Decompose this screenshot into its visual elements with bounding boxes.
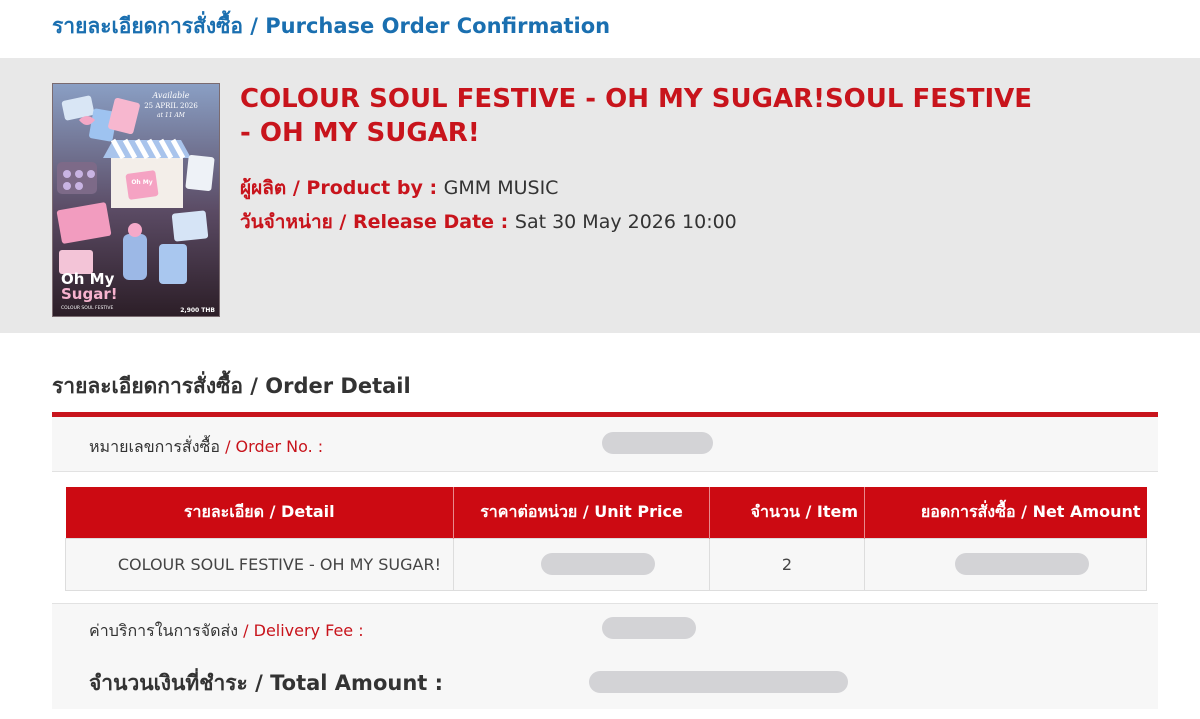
header-net-amount: ยอดการสั่งซื้อ / Net Amount [864,487,1147,538]
poster-brand-line2: Sugar! [61,285,118,303]
release-date-label: วันจำหน่าย / Release Date : [240,211,515,233]
total-amount-label: จำนวนเงินที่ชำระ / Total Amount : [89,671,444,695]
order-number-redacted [602,432,713,454]
poster-time-text: at 11 AM [157,112,186,119]
order-detail-heading: รายละเอียดการสั่งซื้อ / Order Detail [52,374,411,398]
header-item: จำนวน / Item [709,487,865,538]
header-detail: รายละเอียด / Detail [65,487,454,538]
total-amount-row: จำนวนเงินที่ชำระ / Total Amount : [52,653,1158,709]
svg-text:Oh My: Oh My [131,179,152,186]
product-maker-value: GMM MUSIC [443,177,559,199]
product-poster-image: Available 25 APRIL 2026 at 11 AM Oh My O… [52,83,220,317]
product-title: COLOUR SOUL FESTIVE - OH MY SUGAR!SOUL F… [240,84,1033,148]
delivery-fee-row: ค่าบริการในการจัดส่ง / Delivery Fee : [52,603,1158,653]
order-number-row: หมายเลขการสั่งซื้อ / Order No. : [52,417,1158,472]
row-unit-price-cell [453,537,710,591]
row-net-amount-cell [864,537,1147,591]
release-date-value: Sat 30 May 2026 10:00 [514,211,737,233]
table-header-row: รายละเอียด / Detail ราคาต่อหน่วย / Unit … [65,487,1147,538]
row-detail-cell: COLOUR SOUL FESTIVE - OH MY SUGAR! [65,537,454,591]
header-unit-price: ราคาต่อหน่วย / Unit Price [453,487,710,538]
poster-date-text: 25 APRIL 2026 [144,102,198,110]
product-maker-label: ผู้ผลิต / Product by : [240,177,444,199]
table-row: COLOUR SOUL FESTIVE - OH MY SUGAR! 2 [65,537,1147,591]
total-amount-redacted [589,671,848,693]
unit-price-redacted [541,552,655,575]
order-items-table: รายละเอียด / Detail ราคาต่อหน่วย / Unit … [65,487,1147,591]
delivery-fee-label: ค่าบริการในการจัดส่ง / Delivery Fee : [89,621,364,640]
net-amount-redacted [955,552,1089,575]
release-date-row: วันจำหน่าย / Release Date : Sat 30 May 2… [240,207,737,237]
delivery-fee-redacted [602,617,696,639]
product-summary: Available 25 APRIL 2026 at 11 AM Oh My O… [0,58,1200,333]
product-maker-row: ผู้ผลิต / Product by : GMM MUSIC [240,173,558,203]
poster-available-text: Available [151,91,189,100]
page-title: รายละเอียดการสั่งซื้อ / Purchase Order C… [52,14,611,38]
order-table-container: รายละเอียด / Detail ราคาต่อหน่วย / Unit … [52,472,1158,603]
poster-brand-sub: COLOUR SOUL FESTIVE [61,305,113,311]
poster-price: 2,900 THB [180,307,215,314]
row-item-cell: 2 [709,537,865,591]
order-number-label: หมายเลขการสั่งซื้อ / Order No. : [89,437,324,456]
